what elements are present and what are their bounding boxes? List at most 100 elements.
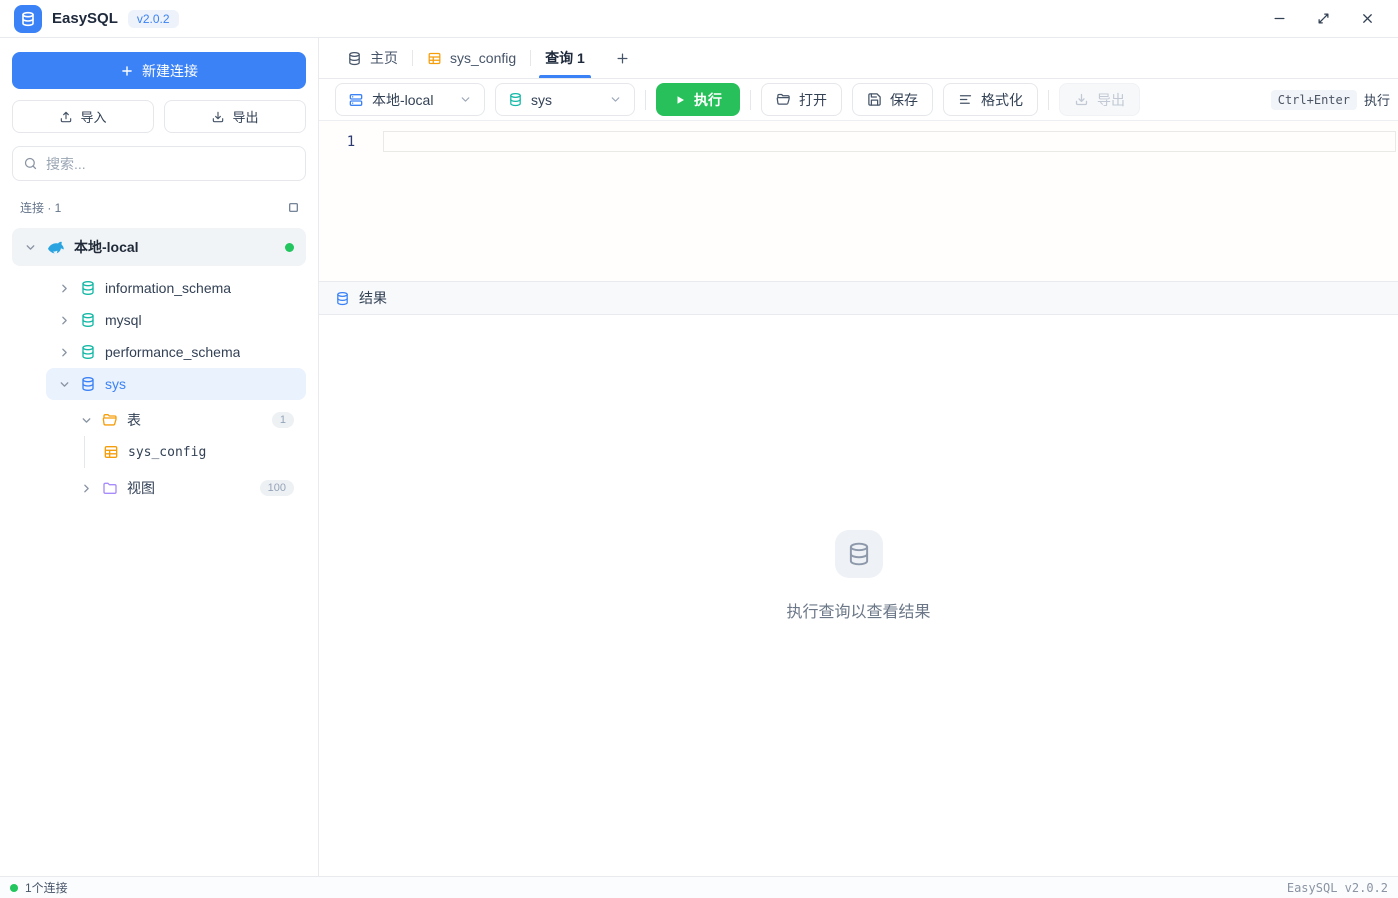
chevron-down-icon[interactable]	[58, 378, 71, 391]
chevron-right-icon[interactable]	[58, 314, 71, 327]
shortcut-hint: Ctrl+Enter 执行	[1271, 90, 1390, 110]
tab-home[interactable]: 主页	[333, 38, 412, 78]
database-select-value: sys	[531, 92, 552, 108]
maximize-button[interactable]	[1306, 5, 1340, 33]
square-icon	[287, 201, 300, 214]
new-connection-label: 新建连接	[142, 61, 198, 81]
download-icon	[211, 110, 225, 124]
tree-table-sys-config[interactable]: sys_config	[84, 436, 306, 468]
connection-count-label: 1个连接	[25, 879, 68, 896]
results-header: 结果	[319, 281, 1398, 315]
open-button[interactable]: 打开	[761, 83, 842, 116]
database-name: performance_schema	[105, 344, 240, 360]
search-icon	[23, 156, 38, 171]
database-icon	[80, 312, 96, 328]
toolbar-separator	[750, 90, 751, 110]
close-button[interactable]	[1350, 5, 1384, 33]
chevron-right-icon[interactable]	[80, 482, 93, 495]
save-icon	[867, 92, 882, 107]
tab-sys-config[interactable]: sys_config	[413, 38, 530, 78]
connections-section-header: 连接 · 1	[12, 199, 306, 216]
tables-folder-label: 表	[127, 410, 141, 430]
table-icon	[103, 444, 119, 460]
chevron-down-icon	[459, 93, 472, 106]
chevron-right-icon[interactable]	[58, 346, 71, 359]
plus-icon	[120, 64, 134, 78]
tab-label: sys_config	[450, 50, 516, 66]
format-label: 格式化	[981, 90, 1023, 110]
tree-db-mysql[interactable]: mysql	[46, 304, 306, 336]
format-button[interactable]: 格式化	[943, 83, 1038, 116]
editor-current-line[interactable]	[383, 131, 1396, 152]
results-header-label: 结果	[359, 288, 387, 308]
chevron-right-icon[interactable]	[58, 282, 71, 295]
format-lines-icon	[958, 92, 973, 107]
server-icon	[348, 92, 364, 108]
tree-tables-folder[interactable]: 表 1	[68, 404, 306, 436]
plus-icon	[615, 51, 630, 66]
tab-query-1[interactable]: 查询 1	[531, 38, 599, 78]
database-icon	[20, 11, 36, 27]
query-toolbar: 本地-local sys	[319, 79, 1398, 121]
run-button[interactable]: 执行	[656, 83, 740, 116]
play-icon	[674, 94, 686, 106]
download-icon	[1074, 92, 1089, 107]
tree-db-sys[interactable]: sys	[46, 368, 306, 400]
sidebar: 新建连接 导入 导出	[0, 38, 319, 876]
statusbar-version: EasySQL v2.0.2	[1287, 881, 1388, 895]
database-name: sys	[105, 376, 126, 392]
upload-icon	[59, 110, 73, 124]
folder-open-icon	[102, 412, 118, 428]
export-results-label: 导出	[1097, 90, 1125, 110]
run-label: 执行	[694, 90, 722, 110]
sql-editor[interactable]: 1	[319, 121, 1398, 281]
export-button[interactable]: 导出	[164, 100, 306, 133]
minimize-icon	[1272, 11, 1287, 26]
tree-db-performance-schema[interactable]: performance_schema	[46, 336, 306, 368]
minimize-button[interactable]	[1262, 5, 1296, 33]
status-dot	[10, 884, 18, 892]
app-logo	[14, 5, 42, 33]
tree-db-information-schema[interactable]: information_schema	[46, 272, 306, 304]
empty-state-message: 执行查询以查看结果	[786, 598, 930, 622]
empty-state-icon-box	[835, 530, 883, 578]
version-badge: v2.0.2	[128, 10, 179, 28]
expand-icon	[1316, 11, 1331, 26]
folder-open-icon	[776, 92, 791, 107]
database-icon	[508, 92, 523, 107]
chevron-down-icon[interactable]	[80, 414, 93, 427]
connections-header-label: 连接 · 1	[20, 199, 61, 216]
new-tab-button[interactable]	[599, 38, 646, 78]
search-box	[12, 146, 306, 181]
connection-tree: 本地-local information_schema	[12, 228, 306, 504]
connection-select[interactable]: 本地-local	[335, 83, 485, 116]
chevron-down-icon	[609, 93, 622, 106]
collapse-all-button[interactable]	[285, 199, 302, 216]
search-input[interactable]	[46, 156, 295, 172]
new-connection-button[interactable]: 新建连接	[12, 52, 306, 89]
open-label: 打开	[799, 90, 827, 110]
titlebar: EasySQL v2.0.2	[0, 0, 1398, 38]
status-bar: 1个连接 EasySQL v2.0.2	[0, 876, 1398, 898]
connection-name: 本地-local	[74, 237, 139, 257]
main-panel: 主页 sys_config 查询 1	[319, 38, 1398, 876]
folder-icon	[102, 480, 118, 496]
database-name: information_schema	[105, 280, 231, 296]
database-select[interactable]: sys	[495, 83, 635, 116]
import-button[interactable]: 导入	[12, 100, 154, 133]
table-name: sys_config	[128, 445, 206, 460]
dolphin-icon	[46, 238, 65, 257]
export-results-button[interactable]: 导出	[1059, 83, 1140, 116]
database-icon	[80, 344, 96, 360]
close-icon	[1360, 11, 1375, 26]
tree-connection-local[interactable]: 本地-local	[12, 228, 306, 266]
database-icon	[80, 280, 96, 296]
toolbar-separator	[645, 90, 646, 110]
save-button[interactable]: 保存	[852, 83, 933, 116]
chevron-down-icon[interactable]	[24, 241, 37, 254]
shortcut-key: Ctrl+Enter	[1271, 90, 1357, 110]
tables-count-badge: 1	[272, 412, 294, 428]
shortcut-action-label: 执行	[1364, 90, 1390, 109]
editor-gutter: 1	[319, 131, 383, 281]
tree-views-folder[interactable]: 视图 100	[68, 472, 306, 504]
